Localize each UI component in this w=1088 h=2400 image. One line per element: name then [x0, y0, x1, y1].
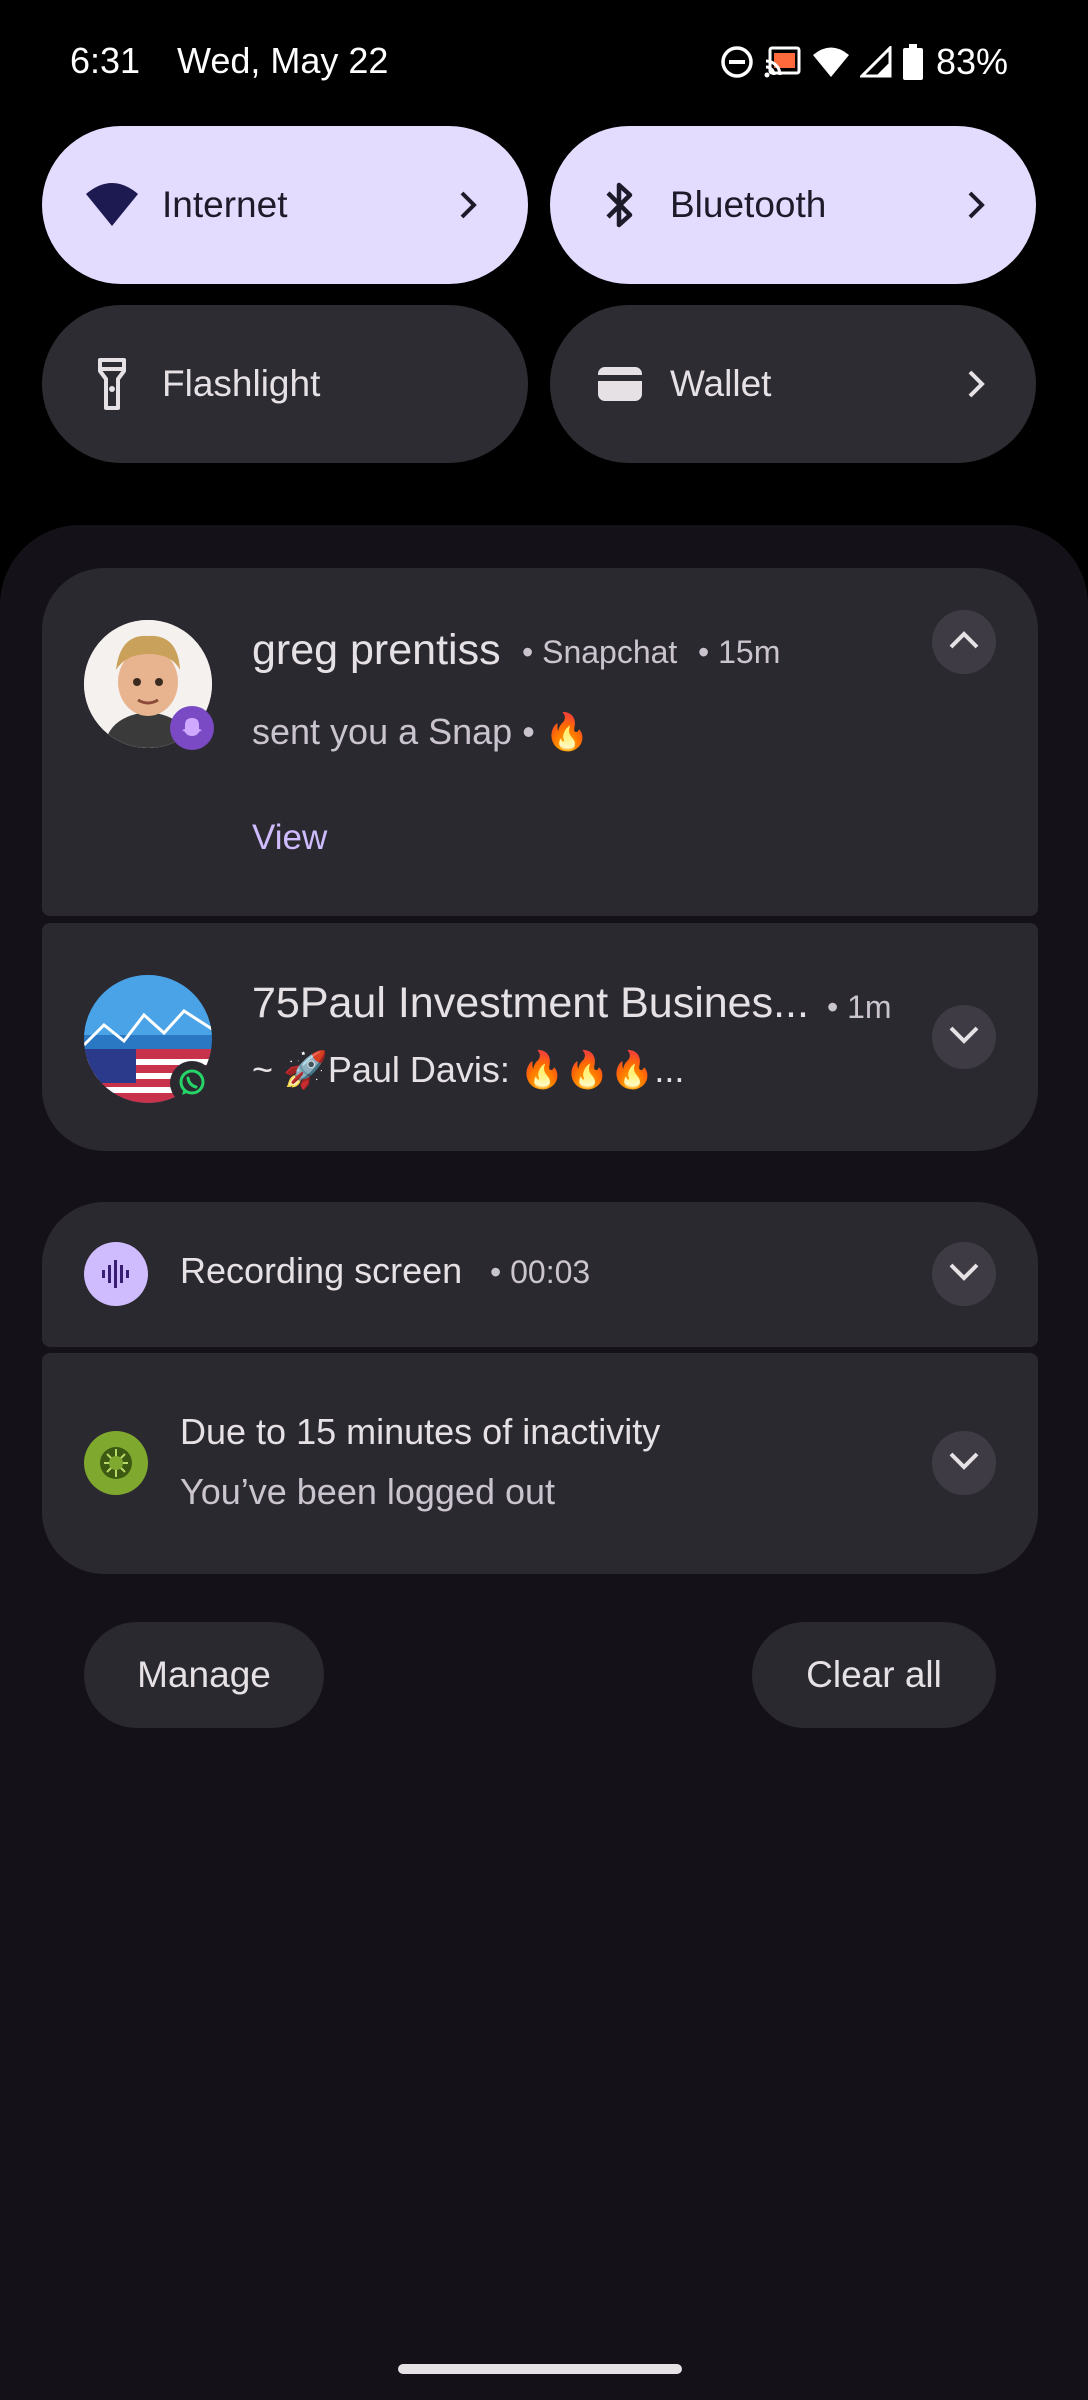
tile-internet[interactable]: Internet: [42, 126, 528, 284]
notification-time: • 00:03: [490, 1254, 591, 1290]
app-logo-icon: [84, 1431, 148, 1495]
notification-title: Recording screen: [180, 1250, 463, 1291]
notification-time: • 15m: [698, 634, 781, 670]
cell-signal-icon: [859, 46, 892, 78]
notification-whatsapp[interactable]: 75Paul Investment Busines... • 1m ~ 🚀Pau…: [42, 923, 1038, 1151]
chevron-right-icon: [962, 366, 990, 402]
clear-all-button[interactable]: Clear all: [752, 1622, 996, 1728]
wifi-icon: [84, 177, 140, 233]
wifi-icon: [812, 46, 850, 78]
chevron-down-icon: [947, 1261, 981, 1288]
tile-bluetooth-label: Bluetooth: [670, 184, 827, 225]
status-time: 6:31: [70, 40, 141, 81]
snapchat-icon: [170, 706, 214, 750]
status-bar: 6:31 Wed, May 22 83%: [0, 0, 1088, 126]
wallet-icon: [592, 356, 648, 412]
notification-title: greg prentiss: [252, 626, 501, 674]
chevron-up-icon: [947, 629, 981, 656]
notification-title: Due to 15 minutes of inactivity: [180, 1411, 661, 1452]
tile-flashlight[interactable]: Flashlight: [42, 305, 528, 463]
notification-logged-out[interactable]: Due to 15 minutes of inactivity You’ve b…: [42, 1353, 1038, 1574]
expand-button[interactable]: [932, 1005, 996, 1069]
chevron-right-icon: [454, 187, 482, 223]
notification-time: • 1m: [827, 989, 892, 1025]
status-date: Wed, May 22: [177, 40, 389, 81]
collapse-button[interactable]: [932, 610, 996, 674]
expand-button[interactable]: [932, 1431, 996, 1495]
tile-flashlight-label: Flashlight: [162, 363, 321, 404]
home-indicator[interactable]: [398, 2364, 682, 2374]
whatsapp-icon: [170, 1061, 214, 1105]
notification-body: ~ 🚀Paul Davis: 🔥🔥🔥...: [252, 1049, 685, 1090]
cast-icon: [764, 45, 802, 79]
notification-recording[interactable]: Recording screen • 00:03: [42, 1202, 1038, 1347]
expand-button[interactable]: [932, 1242, 996, 1306]
tile-internet-label: Internet: [162, 184, 288, 225]
bluetooth-icon: [592, 177, 648, 233]
chevron-down-icon: [947, 1450, 981, 1477]
battery-percentage: 83%: [935, 41, 1008, 82]
view-action-button[interactable]: View: [252, 818, 327, 858]
chevron-down-icon: [947, 1024, 981, 1051]
manage-button[interactable]: Manage: [84, 1622, 324, 1728]
tile-bluetooth[interactable]: Bluetooth: [550, 126, 1036, 284]
battery-icon: [902, 44, 924, 80]
flashlight-icon: [84, 356, 140, 412]
notification-title: 75Paul Investment Busines...: [252, 979, 809, 1027]
notification-app-name: • Snapchat: [522, 634, 678, 670]
chevron-right-icon: [962, 187, 990, 223]
tile-wallet-label: Wallet: [670, 363, 772, 404]
tile-wallet[interactable]: Wallet: [550, 305, 1036, 463]
notification-body: You’ve been logged out: [180, 1471, 556, 1512]
notification-shade-screen: 6:31 Wed, May 22 83% Internet Bluetooth …: [0, 0, 1088, 2400]
notification-body: sent you a Snap • 🔥: [252, 711, 590, 752]
status-icons: 83%: [720, 41, 1008, 82]
do-not-disturb-icon: [720, 45, 754, 79]
sound-wave-icon: [84, 1242, 148, 1306]
notification-snapchat[interactable]: greg prentiss • Snapchat • 15m sent you …: [42, 568, 1038, 916]
